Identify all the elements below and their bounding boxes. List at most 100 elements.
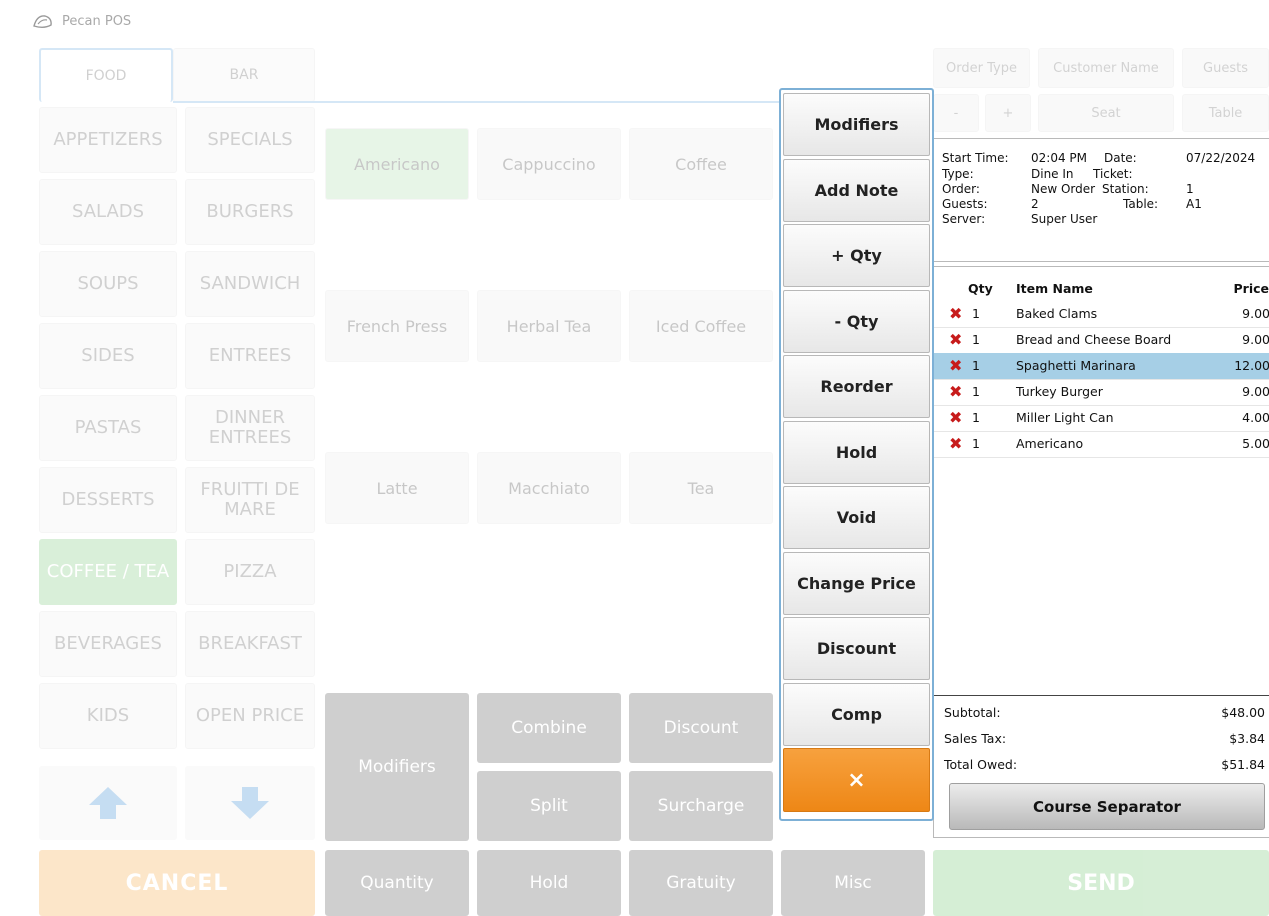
menu-item-coffee[interactable]: Coffee: [629, 128, 773, 200]
category-pizza[interactable]: PIZZA: [185, 539, 315, 605]
order-line[interactable]: ✖ 1 Spaghetti Marinara 12.00: [934, 353, 1269, 380]
category-fruitti-de-mare[interactable]: FRUITTI DE MARE: [185, 467, 315, 533]
menu-hold-button[interactable]: Hold: [783, 420, 930, 484]
remove-item-icon[interactable]: ✖: [949, 331, 962, 349]
surcharge-button[interactable]: Surcharge: [629, 771, 773, 841]
menu-qty-button[interactable]: - Qty: [783, 289, 930, 353]
title-bar: Pecan POS: [0, 0, 1269, 40]
menu-item-iced-coffee[interactable]: Iced Coffee: [629, 290, 773, 362]
order-line-qty: 1: [972, 332, 980, 347]
seat-button[interactable]: Seat: [1038, 94, 1174, 132]
category-burgers[interactable]: BURGERS: [185, 179, 315, 245]
close-menu-button[interactable]: ×: [783, 748, 930, 812]
seat-minus-button[interactable]: -: [933, 94, 979, 132]
guests-button[interactable]: Guests: [1182, 48, 1269, 88]
menu-change-price-button[interactable]: Change Price: [783, 551, 930, 615]
remove-item-icon[interactable]: ✖: [949, 357, 962, 375]
course-separator-button[interactable]: Course Separator: [949, 783, 1265, 830]
order-line[interactable]: ✖ 1 Turkey Burger 9.00: [934, 379, 1269, 406]
gratuity-button[interactable]: Gratuity: [629, 850, 773, 916]
hold-action-button[interactable]: Hold: [477, 850, 621, 916]
category-open-price[interactable]: OPEN PRICE: [185, 683, 315, 749]
type-value: Dine In: [1031, 167, 1074, 181]
category-pastas[interactable]: PASTAS: [39, 395, 177, 461]
modifiers-action-button[interactable]: Modifiers: [325, 693, 469, 841]
guests-value: 2: [1031, 197, 1039, 211]
order-type-button[interactable]: Order Type: [933, 48, 1030, 88]
order-line-qty: 1: [972, 410, 980, 425]
category-entrees[interactable]: ENTREES: [185, 323, 315, 389]
category-salads[interactable]: SALADS: [39, 179, 177, 245]
scroll-down-button[interactable]: [185, 766, 315, 840]
category-breakfast[interactable]: BREAKFAST: [185, 611, 315, 677]
seat-plus-button[interactable]: +: [985, 94, 1031, 132]
category-beverages[interactable]: BEVERAGES: [39, 611, 177, 677]
order-line-qty: 1: [972, 436, 980, 451]
pecan-logo-icon: [33, 15, 52, 28]
send-button[interactable]: SEND: [933, 850, 1269, 916]
category-sandwich[interactable]: SANDWICH: [185, 251, 315, 317]
order-line-price: 5.00: [1242, 436, 1269, 451]
table-button[interactable]: Table: [1182, 94, 1269, 132]
quantity-button[interactable]: Quantity: [325, 850, 469, 916]
order-line-qty: 1: [972, 384, 980, 399]
order-line[interactable]: ✖ 1 Americano 5.00: [934, 431, 1269, 458]
subtotal-label: Subtotal:: [944, 705, 1001, 720]
order-line-name: Spaghetti Marinara: [1016, 358, 1136, 373]
order-line-qty: 1: [972, 358, 980, 373]
menu-add-note-button[interactable]: Add Note: [783, 158, 930, 222]
scroll-up-button[interactable]: [39, 766, 177, 840]
remove-item-icon[interactable]: ✖: [949, 305, 962, 323]
menu-item-tea[interactable]: Tea: [629, 452, 773, 524]
category-kids[interactable]: KIDS: [39, 683, 177, 749]
line-item-action-menu: Modifiers Add Note + Qty - Qty Reorder Hold Vo…: [779, 88, 934, 821]
category-soups[interactable]: SOUPS: [39, 251, 177, 317]
combine-button[interactable]: Combine: [477, 693, 621, 763]
menu-qty-button[interactable]: + Qty: [783, 224, 930, 287]
tab-food[interactable]: FOOD: [39, 48, 173, 102]
item-name-column-header: Item Name: [1016, 281, 1093, 296]
category-coffee-tea[interactable]: COFFEE / TEA: [39, 539, 177, 605]
split-button[interactable]: Split: [477, 771, 621, 841]
remove-item-icon[interactable]: ✖: [949, 409, 962, 427]
order-line[interactable]: ✖ 1 Baked Clams 9.00: [934, 301, 1269, 328]
subtotal-value: $48.00: [1221, 705, 1265, 720]
menu-item-cappuccino[interactable]: Cappuccino: [477, 128, 621, 200]
menu-item-macchiato[interactable]: Macchiato: [477, 452, 621, 524]
server-value: Super User: [1031, 212, 1098, 226]
menu-item-latte[interactable]: Latte: [325, 452, 469, 524]
menu-modifiers-button[interactable]: Modifiers: [783, 93, 930, 156]
order-panel: Qty Item Name Price ✖ 1 Baked Clams 9.00 ✖ 1 B…: [933, 266, 1269, 838]
misc-button[interactable]: Misc: [781, 850, 925, 916]
category-desserts[interactable]: DESSERTS: [39, 467, 177, 533]
category-specials[interactable]: SPECIALS: [185, 107, 315, 173]
order-line-name: Turkey Burger: [1016, 384, 1103, 399]
menu-void-button[interactable]: Void: [783, 486, 930, 549]
discount-action-button[interactable]: Discount: [629, 693, 773, 763]
guests-label: Guests:: [942, 197, 988, 211]
order-line-name: Miller Light Can: [1016, 410, 1114, 425]
order-line-price: 4.00: [1242, 410, 1269, 425]
remove-item-icon[interactable]: ✖: [949, 435, 962, 453]
remove-item-icon[interactable]: ✖: [949, 383, 962, 401]
menu-comp-button[interactable]: Comp: [783, 682, 930, 746]
menu-item-herbal-tea[interactable]: Herbal Tea: [477, 290, 621, 362]
category-sides[interactable]: SIDES: [39, 323, 177, 389]
customer-name-button[interactable]: Customer Name: [1038, 48, 1174, 88]
menu-item-french-press[interactable]: French Press: [325, 290, 469, 362]
order-line-price: 12.00: [1234, 358, 1269, 373]
arrow-up-icon: [89, 787, 127, 819]
cancel-button[interactable]: CANCEL: [39, 850, 315, 916]
menu-item-americano[interactable]: Americano: [325, 128, 469, 200]
sales-tax-label: Sales Tax:: [944, 731, 1007, 746]
sales-tax-value: $3.84: [1229, 731, 1265, 746]
order-line[interactable]: ✖ 1 Miller Light Can 4.00: [934, 405, 1269, 432]
start-time-label: Start Time:: [942, 151, 1009, 165]
arrow-down-icon: [231, 787, 269, 819]
order-line[interactable]: ✖ 1 Bread and Cheese Board 9.00: [934, 327, 1269, 354]
menu-reorder-button[interactable]: Reorder: [783, 355, 930, 418]
menu-discount-button[interactable]: Discount: [783, 617, 930, 680]
category-dinner-entrees[interactable]: DINNER ENTREES: [185, 395, 315, 461]
category-appetizers[interactable]: APPETIZERS: [39, 107, 177, 173]
tab-bar[interactable]: BAR: [173, 48, 315, 102]
